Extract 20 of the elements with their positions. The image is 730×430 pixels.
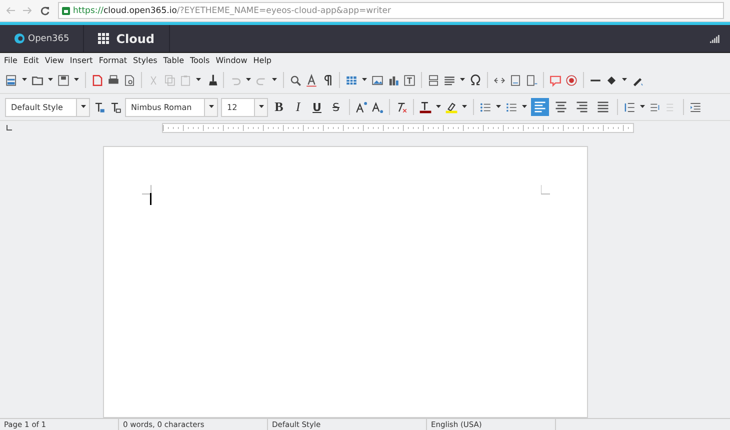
- menu-item[interactable]: Window: [216, 56, 248, 64]
- menu-item[interactable]: Edit: [23, 56, 39, 64]
- underline-button[interactable]: U: [309, 100, 325, 114]
- strike-button[interactable]: S: [328, 100, 344, 114]
- menu-item[interactable]: Tools: [190, 56, 210, 64]
- bold-button[interactable]: B: [271, 99, 287, 115]
- app-title[interactable]: Cloud: [116, 32, 155, 46]
- menu-item[interactable]: Styles: [133, 56, 158, 64]
- menu-item[interactable]: Format: [98, 56, 128, 64]
- address-bar[interactable]: https://cloud.open365.io/?EYETHEME_NAME=eyeos-cloud-app&app=writer: [58, 2, 724, 19]
- font-name-combo[interactable]: Nimbus Roman: [125, 98, 218, 116]
- menu-item[interactable]: Table: [163, 56, 184, 64]
- italic-button[interactable]: I: [290, 99, 306, 115]
- menu-item[interactable]: View: [44, 56, 64, 64]
- logo-text: Open365: [28, 34, 70, 44]
- menu-item[interactable]: Insert: [70, 56, 93, 64]
- menu-item[interactable]: Help: [253, 56, 272, 64]
- font-size-combo[interactable]: 12: [221, 98, 268, 116]
- menu-item[interactable]: File: [4, 56, 18, 64]
- paragraph-style-combo[interactable]: Default Style: [5, 98, 90, 116]
